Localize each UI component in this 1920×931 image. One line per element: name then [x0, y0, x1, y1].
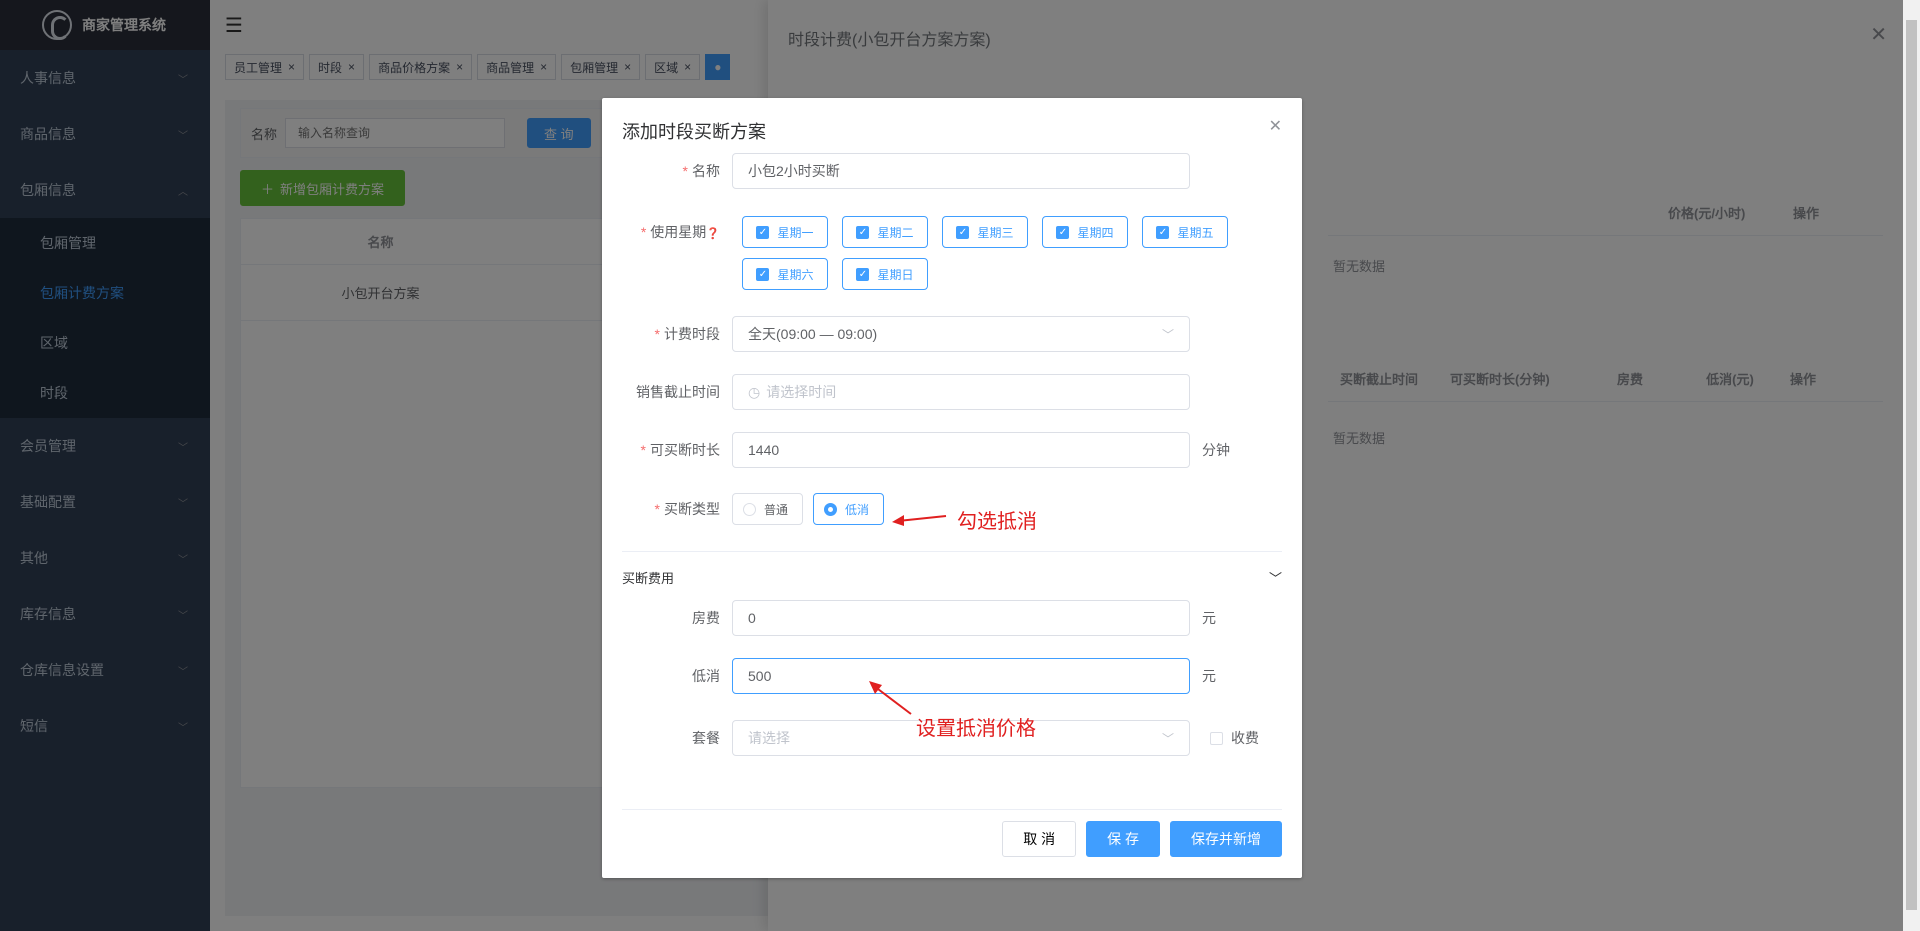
dialog-title: 添加时段买断方案 [622, 122, 766, 142]
unit-label: 元 [1202, 668, 1216, 684]
duration-input[interactable]: 1440 [732, 432, 1190, 468]
weekday-checkbox[interactable]: ✓ 星期五 [1142, 216, 1228, 248]
type-radio-normal[interactable]: 普通 [732, 493, 804, 525]
form-row-period: * 计费时段 全天(09:00 — 09:00) ﹀ [602, 316, 1302, 352]
weekday-checkbox[interactable]: ✓ 星期日 [842, 258, 928, 290]
divider [622, 809, 1282, 810]
min-spend-input[interactable]: 500 [732, 658, 1190, 694]
weekday-checkbox[interactable]: ✓ 星期一 [742, 216, 828, 248]
scrollbar[interactable] [1903, 0, 1920, 931]
help-icon[interactable]: ❓ [706, 228, 720, 240]
form-label: 销售截止时间 [636, 384, 720, 400]
annotation-arrow-type [892, 515, 947, 526]
unit-label: 元 [1202, 610, 1216, 626]
weekday-checkbox-group: ✓ 星期一 ✓ 星期二 ✓ 星期三 ✓ 星期四 ✓ 星期五 ✓ 星期六 ✓ 星期日 [732, 216, 1252, 300]
form-label: * 可买断时长 [640, 442, 720, 458]
check-icon: ✓ [856, 267, 870, 281]
save-button[interactable]: 保 存 [1086, 821, 1160, 857]
form-label: 房费 [692, 610, 720, 626]
chevron-down-icon: ﹀ [1268, 571, 1282, 586]
fee-section-title: 买断费用 [622, 571, 675, 586]
chevron-down-icon: ﹀ [1161, 327, 1174, 342]
sale-end-time-picker[interactable]: ◷ 请选择时间 [732, 374, 1190, 410]
weekday-checkbox[interactable]: ✓ 星期六 [742, 258, 828, 290]
form-row-type: * 买断类型 普通 低消 [602, 493, 1302, 525]
unit-label: 分钟 [1202, 442, 1230, 458]
add-buyout-dialog: 添加时段买断方案 ✕ * 名称 小包2小时买断 * 使用星期❓ ✓ 星期一 ✓ 星期二 ✓ 星… [602, 98, 1302, 878]
form-row-sale-end: 销售截止时间 ◷ 请选择时间 [602, 374, 1302, 410]
room-fee-input[interactable]: 0 [732, 600, 1190, 636]
chevron-down-icon: ﹀ [1161, 731, 1174, 746]
check-icon: ✓ [1056, 225, 1070, 239]
form-label: * 买断类型 [654, 501, 720, 517]
close-icon[interactable]: ✕ [1269, 116, 1282, 136]
weekday-checkbox[interactable]: ✓ 星期四 [1042, 216, 1128, 248]
charge-checkbox[interactable]: 收费 [1210, 728, 1259, 748]
form-label: 低消 [692, 668, 720, 684]
clock-icon: ◷ [748, 383, 761, 400]
check-icon: ✓ [956, 225, 970, 239]
annotation-set-price: 设置抵消价格 [916, 716, 1036, 740]
radio-icon [743, 502, 756, 516]
check-icon: ✓ [756, 225, 770, 239]
weekday-checkbox[interactable]: ✓ 星期二 [842, 216, 928, 248]
annotation-arrow-price [869, 681, 912, 715]
cancel-button[interactable]: 取 消 [1002, 821, 1077, 857]
fee-section-header[interactable]: 买断费用 ﹀ [622, 568, 1282, 587]
radio-icon [824, 502, 838, 516]
form-row-duration: * 可买断时长 1440 分钟 [602, 432, 1302, 468]
form-label: 套餐 [692, 730, 720, 746]
check-icon: ✓ [856, 225, 870, 239]
type-radio-min-spend[interactable]: 低消 [813, 493, 885, 525]
divider [622, 551, 1282, 552]
check-icon: ✓ [756, 267, 770, 281]
form-label: * 计费时段 [654, 326, 720, 342]
form-row-weekdays: * 使用星期❓ ✓ 星期一 ✓ 星期二 ✓ 星期三 ✓ 星期四 ✓ 星期五 ✓ 星期六 ✓ 星期日 [602, 216, 1302, 300]
form-label: * 名称 [682, 163, 720, 179]
check-icon: ✓ [1156, 225, 1170, 239]
form-row-min-spend: 低消 500 元 [602, 658, 1302, 694]
checkbox-icon [1210, 731, 1223, 745]
save-and-new-button[interactable]: 保存并新增 [1170, 821, 1282, 857]
dialog-footer: 取 消 保 存 保存并新增 [1002, 821, 1282, 857]
annotation-check-min: 勾选抵消 [957, 509, 1037, 533]
form-label: * 使用星期❓ [640, 224, 720, 240]
scrollbar-thumb[interactable] [1906, 20, 1917, 910]
weekday-checkbox[interactable]: ✓ 星期三 [942, 216, 1028, 248]
name-input[interactable]: 小包2小时买断 [732, 153, 1190, 189]
period-select[interactable]: 全天(09:00 — 09:00) ﹀ [732, 316, 1190, 352]
form-row-room-fee: 房费 0 元 [602, 600, 1302, 636]
form-row-name: * 名称 小包2小时买断 [602, 153, 1302, 189]
